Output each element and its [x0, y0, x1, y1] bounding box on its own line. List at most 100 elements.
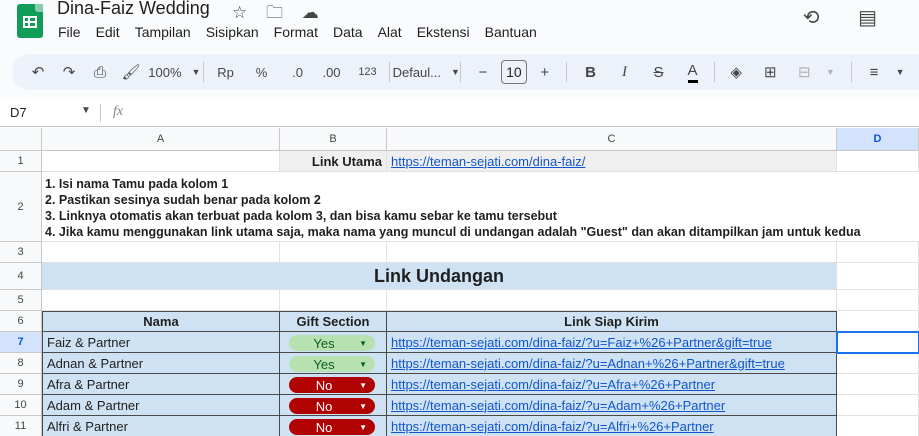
column-header-d[interactable]: D: [837, 128, 919, 151]
row-header[interactable]: 7: [0, 332, 42, 353]
decrease-font-size-button[interactable]: −: [471, 58, 495, 86]
increase-font-size-button[interactable]: +: [533, 58, 557, 86]
cell-d10[interactable]: [837, 395, 919, 416]
redo-icon[interactable]: ↷: [57, 58, 81, 86]
version-history-icon[interactable]: ⟲: [803, 5, 820, 30]
link-cell[interactable]: https://teman-sejati.com/dina-faiz/?u=Ad…: [387, 353, 837, 374]
gift-cell[interactable]: Yes ▼: [280, 332, 387, 353]
horizontal-align-icon[interactable]: ≡: [862, 58, 886, 86]
main-link[interactable]: https://teman-sejati.com/dina-faiz/: [391, 154, 585, 169]
menu-edit[interactable]: Edit: [96, 24, 120, 40]
gift-dropdown-chip[interactable]: No ▼: [289, 419, 375, 435]
name-box[interactable]: D7: [10, 105, 27, 120]
gift-dropdown-chip[interactable]: No ▼: [289, 377, 375, 393]
row-header[interactable]: 3: [0, 242, 42, 263]
gift-cell[interactable]: No ▼: [280, 374, 387, 395]
row-header[interactable]: 10: [0, 395, 42, 416]
guest-name[interactable]: Adnan & Partner: [42, 353, 280, 374]
font-size-input[interactable]: 10: [501, 60, 527, 84]
invite-link[interactable]: https://teman-sejati.com/dina-faiz/?u=Ad…: [391, 356, 785, 371]
star-icon[interactable]: ☆: [232, 3, 247, 23]
section-title[interactable]: Link Undangan: [42, 263, 837, 290]
sheets-logo-icon[interactable]: [17, 4, 43, 38]
print-icon[interactable]: ⎙: [88, 58, 112, 86]
strikethrough-button[interactable]: S: [647, 58, 671, 86]
row-header[interactable]: 11: [0, 416, 42, 436]
borders-icon[interactable]: ⊞: [758, 58, 782, 86]
cell-a5[interactable]: [42, 290, 280, 311]
row-header[interactable]: 9: [0, 374, 42, 395]
paint-format-icon[interactable]: 🖌: [119, 58, 143, 86]
header-nama[interactable]: Nama: [42, 311, 280, 332]
chevron-down-icon[interactable]: ▼: [818, 58, 842, 86]
percent-format-button[interactable]: %: [250, 58, 274, 86]
currency-format-button[interactable]: Rp: [214, 58, 238, 86]
fill-color-icon[interactable]: ◈: [724, 58, 748, 86]
header-gift-section[interactable]: Gift Section: [280, 311, 387, 332]
cell-b1[interactable]: Link Utama: [280, 151, 387, 172]
text-color-button[interactable]: A: [681, 58, 705, 86]
invite-link[interactable]: https://teman-sejati.com/dina-faiz/?u=Al…: [391, 419, 714, 434]
italic-button[interactable]: I: [613, 58, 637, 86]
cell-b5[interactable]: [280, 290, 387, 311]
header-link-siap-kirim[interactable]: Link Siap Kirim: [387, 311, 837, 332]
menu-format[interactable]: Format: [274, 24, 318, 40]
link-cell[interactable]: https://teman-sejati.com/dina-faiz/?u=Fa…: [387, 332, 837, 353]
gift-cell[interactable]: Yes ▼: [280, 353, 387, 374]
link-cell[interactable]: https://teman-sejati.com/dina-faiz/?u=Af…: [387, 374, 837, 395]
gift-dropdown-chip[interactable]: No ▼: [289, 398, 375, 414]
column-header-a[interactable]: A: [42, 128, 280, 151]
cell-a1[interactable]: [42, 151, 280, 172]
invite-link[interactable]: https://teman-sejati.com/dina-faiz/?u=Fa…: [391, 335, 772, 350]
menu-tools[interactable]: Alat: [378, 24, 402, 40]
cloud-status-icon[interactable]: ☁: [302, 3, 319, 23]
guest-name[interactable]: Alfri & Partner: [42, 416, 280, 436]
cell-c3[interactable]: [387, 242, 837, 263]
column-header-c[interactable]: C: [387, 128, 837, 151]
zoom-select[interactable]: 100% ▼: [148, 58, 200, 86]
cell-c1[interactable]: https://teman-sejati.com/dina-faiz/: [387, 151, 837, 172]
menu-insert[interactable]: Sisipkan: [206, 24, 259, 40]
link-cell[interactable]: https://teman-sejati.com/dina-faiz/?u=Al…: [387, 416, 837, 436]
cell-c5[interactable]: [387, 290, 837, 311]
cell-a3[interactable]: [42, 242, 280, 263]
invite-link[interactable]: https://teman-sejati.com/dina-faiz/?u=Ad…: [391, 398, 725, 413]
cell-d6[interactable]: [837, 311, 919, 332]
decrease-decimal-button[interactable]: .0: [286, 58, 310, 86]
merge-cells-icon[interactable]: ⊟: [792, 58, 816, 86]
cell-d5[interactable]: [837, 290, 919, 311]
instructions-cell[interactable]: 1. Isi nama Tamu pada kolom 1 2. Pastika…: [42, 172, 919, 242]
cell-d8[interactable]: [837, 353, 919, 374]
gift-cell[interactable]: No ▼: [280, 416, 387, 436]
guest-name[interactable]: Faiz & Partner: [42, 332, 280, 353]
number-format-button[interactable]: 123: [356, 58, 380, 86]
menu-extensions[interactable]: Ekstensi: [417, 24, 470, 40]
cell-d9[interactable]: [837, 374, 919, 395]
font-select[interactable]: Defaul... ▼: [393, 58, 460, 86]
menu-view[interactable]: Tampilan: [135, 24, 191, 40]
cell-b3[interactable]: [280, 242, 387, 263]
bold-button[interactable]: B: [579, 58, 603, 86]
row-header[interactable]: 6: [0, 311, 42, 332]
row-header[interactable]: 2: [0, 172, 42, 242]
increase-decimal-button[interactable]: .00: [320, 58, 344, 86]
menu-file[interactable]: File: [58, 24, 81, 40]
row-header[interactable]: 4: [0, 263, 42, 290]
gift-dropdown-chip[interactable]: Yes ▼: [289, 335, 375, 351]
cell-d11[interactable]: [837, 416, 919, 436]
menu-data[interactable]: Data: [333, 24, 363, 40]
invite-link[interactable]: https://teman-sejati.com/dina-faiz/?u=Af…: [391, 377, 715, 392]
column-header-b[interactable]: B: [280, 128, 387, 151]
document-title[interactable]: Dina-Faiz Wedding: [57, 0, 210, 19]
row-header[interactable]: 5: [0, 290, 42, 311]
gift-dropdown-chip[interactable]: Yes ▼: [289, 356, 375, 372]
comments-icon[interactable]: ▤: [858, 5, 877, 30]
cell-d1[interactable]: [837, 151, 919, 172]
menu-help[interactable]: Bantuan: [485, 24, 537, 40]
gift-cell[interactable]: No ▼: [280, 395, 387, 416]
chevron-down-icon[interactable]: ▼: [81, 105, 91, 116]
row-header[interactable]: 8: [0, 353, 42, 374]
undo-icon[interactable]: ↶: [26, 58, 50, 86]
row-header[interactable]: 1: [0, 151, 42, 172]
sheet-grid[interactable]: A B C D 1 2 3 4 5 6 7 8 9 10 11 Link Uta…: [0, 128, 919, 436]
